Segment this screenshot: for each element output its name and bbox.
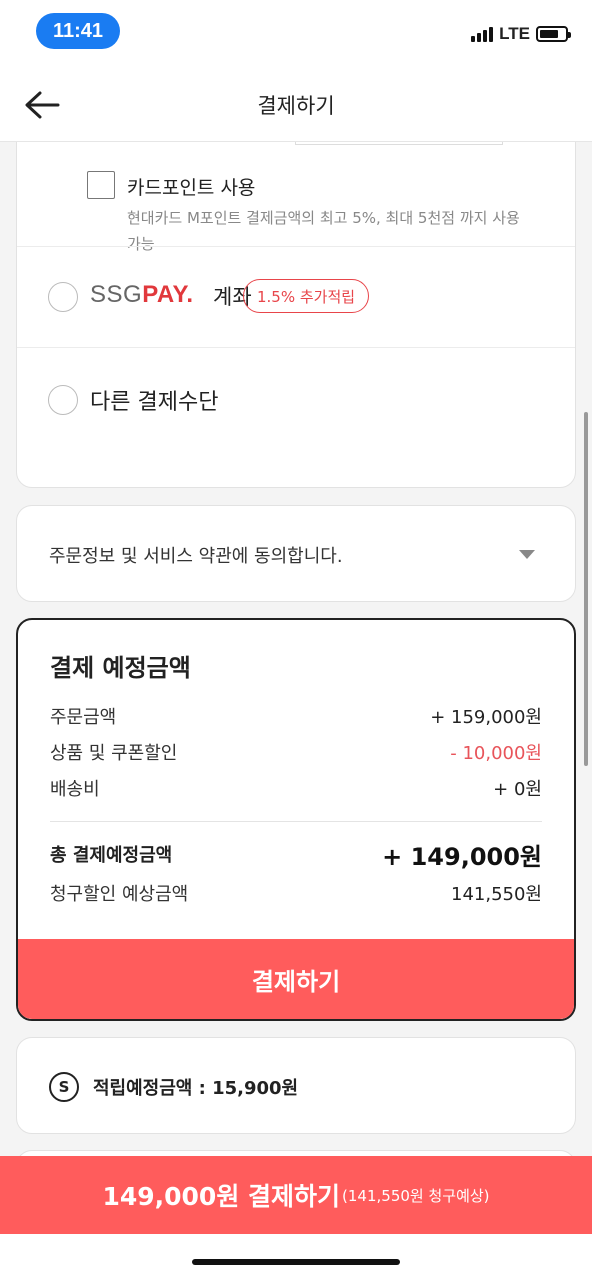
summary-row-billing: 청구할인 예상금액 141,550원 bbox=[50, 878, 542, 908]
chevron-down-icon[interactable] bbox=[519, 550, 535, 559]
summary-row-label: 배송비 bbox=[50, 779, 100, 800]
summary-row-total: 총 결제예정금액 + 149,000원 bbox=[50, 839, 542, 871]
ssgpay-radio[interactable] bbox=[48, 282, 78, 312]
signal-icon bbox=[471, 26, 494, 42]
summary-row-value: + 0원 bbox=[493, 779, 542, 800]
summary-row-value: - 10,000원 bbox=[450, 743, 542, 764]
total-value: + 149,000원 bbox=[382, 842, 542, 871]
battery-icon bbox=[536, 26, 571, 42]
summary-row-order: 주문금액 + 159,000원 bbox=[50, 701, 542, 731]
status-bar: 11:41 LTE bbox=[0, 0, 592, 68]
scroll-content[interactable]: 카드포인트 사용 현대카드 M포인트 결제금액의 최고 5%, 최대 5천점 까… bbox=[0, 142, 592, 1156]
home-indicator-area bbox=[0, 1234, 592, 1280]
status-indicators: LTE bbox=[471, 24, 571, 44]
status-time: 11:41 bbox=[36, 13, 120, 49]
scrollbar[interactable] bbox=[584, 412, 588, 766]
divider bbox=[17, 246, 575, 247]
billing-label: 청구할인 예상금액 bbox=[50, 884, 189, 905]
summary-title: 결제 예정금액 bbox=[50, 654, 191, 682]
ssgpay-logo-pay: PAY. bbox=[142, 281, 194, 308]
ssgpay-bonus-badge: 1.5% 추가적립 bbox=[243, 279, 370, 313]
card-point-description: 현대카드 M포인트 결제금액의 최고 5%, 최대 5천점 까지 사용가능 bbox=[127, 209, 520, 253]
other-method-radio[interactable] bbox=[48, 385, 78, 415]
reward-points-text: 적립예정금액 : 15,900원 bbox=[93, 1078, 299, 1099]
pay-button[interactable]: 결제하기 bbox=[18, 939, 574, 1019]
ssg-point-icon: S bbox=[49, 1072, 79, 1102]
summary-divider bbox=[50, 821, 542, 822]
payment-summary-card: 결제 예정금액 주문금액 + 159,000원 상품 및 쿠폰할인 - 10,0… bbox=[16, 618, 576, 1021]
partial-input-field bbox=[295, 142, 503, 145]
terms-agreement-card[interactable]: 주문정보 및 서비스 약관에 동의합니다. bbox=[16, 505, 576, 602]
bottom-pay-sub-label: (141,550원 청구예상) bbox=[342, 1186, 490, 1205]
summary-row-discount: 상품 및 쿠폰할인 - 10,000원 bbox=[50, 737, 542, 767]
other-method-label: 다른 결제수단 bbox=[90, 390, 219, 415]
network-label: LTE bbox=[499, 24, 530, 43]
ssgpay-logo: SSGPAY. bbox=[90, 281, 194, 309]
reward-points-card: S 적립예정금액 : 15,900원 bbox=[16, 1037, 576, 1134]
card-point-label: 카드포인트 사용 bbox=[127, 177, 256, 199]
terms-agreement-text: 주문정보 및 서비스 약관에 동의합니다. bbox=[49, 546, 343, 567]
total-label: 총 결제예정금액 bbox=[50, 845, 173, 866]
card-point-checkbox[interactable] bbox=[87, 171, 115, 199]
summary-row-label: 상품 및 쿠폰할인 bbox=[50, 743, 178, 764]
top-app-bar: 결제하기 bbox=[0, 68, 592, 142]
payment-method-card: 카드포인트 사용 현대카드 M포인트 결제금액의 최고 5%, 최대 5천점 까… bbox=[16, 142, 576, 488]
home-indicator[interactable] bbox=[192, 1259, 400, 1265]
page-title: 결제하기 bbox=[257, 94, 335, 118]
bottom-pay-button[interactable]: 149,000원 결제하기 (141,550원 청구예상) bbox=[0, 1156, 592, 1234]
summary-row-shipping: 배송비 + 0원 bbox=[50, 773, 542, 803]
bottom-pay-main-label: 149,000원 결제하기 bbox=[102, 1182, 341, 1211]
billing-value: 141,550원 bbox=[451, 884, 542, 905]
ssgpay-logo-ssg: SSG bbox=[90, 281, 143, 308]
summary-row-value: + 159,000원 bbox=[430, 707, 542, 728]
divider bbox=[17, 347, 575, 348]
summary-row-label: 주문금액 bbox=[50, 707, 117, 728]
